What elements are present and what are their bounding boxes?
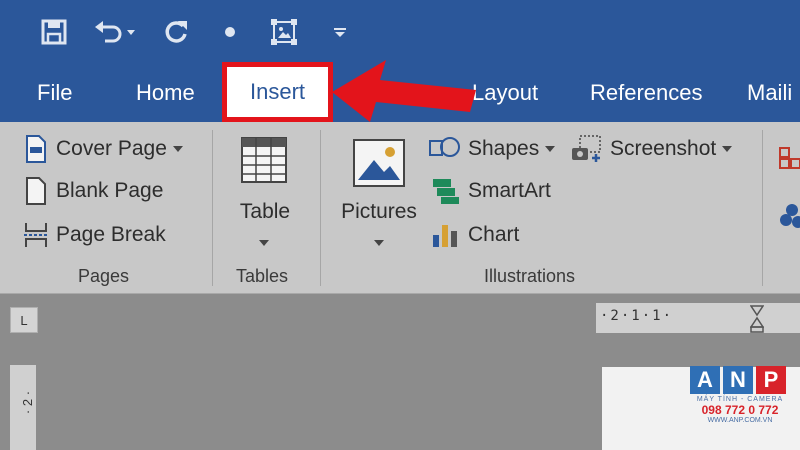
watermark-letter: N — [723, 366, 753, 394]
shapes-icon — [428, 135, 462, 163]
screenshot-button[interactable]: Screenshot — [570, 132, 733, 166]
document-area: L ·2·1·1· · 2 · — [0, 295, 800, 450]
undo-icon[interactable] — [92, 14, 138, 50]
watermark-tagline: MÁY TÍNH - CAMERA — [696, 396, 784, 403]
screenshot-icon — [570, 135, 604, 163]
dot-icon[interactable] — [218, 14, 242, 50]
tab-selector[interactable]: L — [10, 307, 38, 333]
annotation-arrow — [332, 60, 476, 122]
smartart-label: SmartArt — [468, 179, 551, 202]
watermark-phone: 098 772 0 772 — [701, 403, 779, 417]
tab-file[interactable]: File — [37, 66, 72, 122]
picture-icon — [353, 139, 405, 187]
smartart-button[interactable]: SmartArt — [428, 174, 551, 208]
group-divider — [212, 130, 213, 286]
page-break-label: Page Break — [56, 223, 166, 246]
pictures-button[interactable]: Pictures — [336, 130, 422, 262]
cover-page-icon — [22, 135, 50, 163]
table-icon — [241, 137, 287, 183]
group-label-illustrations: Illustrations — [484, 266, 576, 286]
group-label-tables: Tables — [236, 266, 289, 286]
tab-layout[interactable]: Layout — [472, 66, 538, 122]
blank-page-button[interactable]: Blank Page — [22, 174, 163, 208]
group-label-pages: Pages — [78, 266, 130, 286]
vertical-ruler[interactable]: · 2 · — [10, 365, 36, 450]
ruler-ticks: · 2 · — [20, 390, 36, 415]
page-break-icon — [22, 221, 50, 249]
cover-page-button[interactable]: Cover Page — [22, 132, 183, 166]
blank-page-icon — [22, 177, 50, 205]
group-divider — [762, 130, 763, 286]
ruler-ticks: ·2·1·1· — [600, 308, 674, 324]
table-label: Table — [239, 200, 291, 223]
chart-label: Chart — [468, 223, 520, 246]
wikipedia-icon[interactable] — [778, 202, 800, 230]
indent-marker-icon[interactable] — [750, 305, 764, 333]
watermark-letter: A — [690, 366, 720, 394]
tab-insert[interactable]: Insert — [222, 62, 333, 122]
tab-references[interactable]: References — [590, 66, 703, 122]
cover-page-label: Cover Page — [56, 137, 167, 160]
chart-button[interactable]: Chart — [428, 218, 519, 252]
watermark-website: WWW.ANP.COM.VN — [707, 417, 773, 424]
anp-watermark: A N P MÁY TÍNH - CAMERA 098 772 0 772 WW… — [690, 366, 790, 442]
smartart-icon — [428, 177, 462, 205]
redo-icon[interactable] — [158, 14, 194, 50]
customize-icon[interactable] — [330, 14, 350, 50]
chevron-down-icon — [259, 240, 269, 246]
shapes-label: Shapes — [468, 137, 540, 160]
chevron-down-icon — [172, 146, 183, 152]
shapes-button[interactable]: Shapes — [428, 132, 556, 166]
group-divider — [320, 130, 321, 286]
chevron-down-icon — [722, 146, 733, 152]
blank-page-label: Blank Page — [56, 179, 164, 202]
chevron-down-icon — [374, 240, 384, 246]
save-icon[interactable] — [36, 14, 72, 50]
screenshot-label: Screenshot — [610, 137, 717, 160]
add-ins-icon[interactable] — [778, 146, 800, 172]
chart-icon — [428, 221, 462, 249]
tab-home[interactable]: Home — [136, 66, 195, 122]
table-button[interactable]: Table — [226, 130, 304, 262]
select-icon[interactable] — [266, 14, 302, 50]
horizontal-ruler[interactable]: ·2·1·1· — [596, 303, 800, 333]
ribbon-insert: Cover Page Blank Page Page Break Pages T… — [0, 122, 800, 294]
chevron-down-icon — [545, 146, 556, 152]
watermark-letter: P — [756, 366, 786, 394]
page-break-button[interactable]: Page Break — [22, 218, 166, 252]
tab-mailings[interactable]: Maili — [747, 66, 792, 122]
pictures-label: Pictures — [341, 200, 417, 223]
